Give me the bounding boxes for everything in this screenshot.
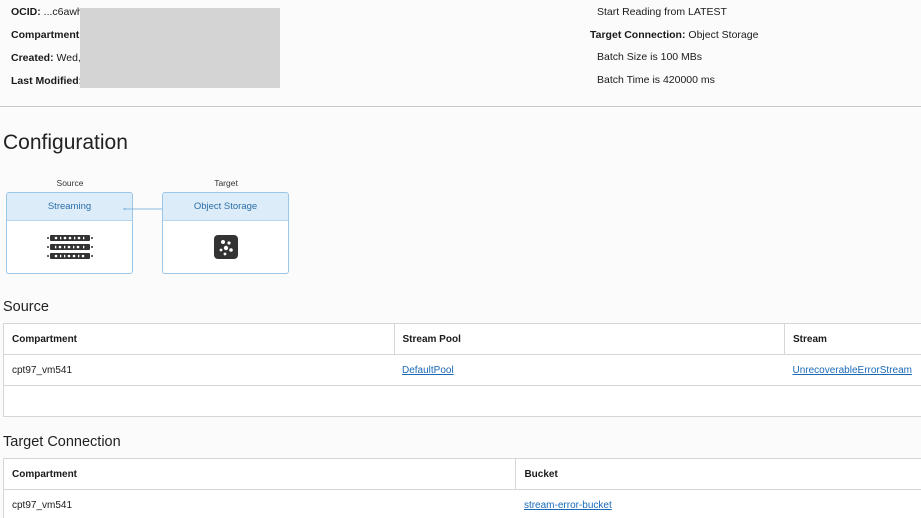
table-header-row: Compartment Bucket — [2, 458, 921, 490]
details-left: OCID: ...c6awh Compartment Created: Wed,… — [11, 6, 83, 98]
object-storage-icon — [213, 235, 238, 259]
compartment-row: Compartment — [11, 29, 83, 52]
ocid-value: ...c6awh — [43, 6, 83, 18]
column-header[interactable]: Compartment — [2, 458, 517, 490]
table-row: cpt97_vm541 stream-error-bucket — [2, 489, 921, 518]
stream-link[interactable]: UnrecoverableErrorStream — [792, 365, 912, 376]
redacted-area — [80, 8, 280, 88]
source-node[interactable]: Streaming — [6, 192, 133, 274]
source-table: Compartment Stream Pool Stream cpt97_vm5… — [3, 323, 921, 417]
compartment-cell: cpt97_vm541 — [3, 354, 394, 386]
source-section-title: Source — [3, 299, 49, 315]
table-row: cpt97_vm541 DefaultPool UnrecoverableErr… — [3, 354, 921, 386]
source-node-label: Source — [56, 178, 84, 188]
target-connection-value: Object Storage — [688, 28, 759, 41]
header-divider — [0, 106, 921, 107]
target-node-title: Object Storage — [163, 193, 288, 221]
last-modified-label: Last Modified: — [11, 75, 83, 87]
streaming-icon — [46, 235, 93, 259]
configuration-title: Configuration — [3, 131, 128, 154]
batch-time-row: Batch Time is 420000 ms — [597, 73, 715, 86]
last-modified-row: Last Modified: — [11, 75, 83, 98]
column-header[interactable]: Compartment — [3, 323, 395, 355]
table-header-row: Compartment Stream Pool Stream — [3, 323, 921, 355]
column-header[interactable]: Bucket — [515, 458, 921, 490]
target-node[interactable]: Object Storage — [162, 192, 289, 274]
source-node-title: Streaming — [7, 193, 132, 221]
batch-size-row: Batch Size is 100 MBs — [597, 51, 703, 63]
ocid-row: OCID: ...c6awh — [11, 6, 83, 29]
target-connection-row: Target Connection: Object Storage — [590, 29, 758, 52]
compartment-label: Compartment — [11, 29, 80, 41]
compartment-cell: cpt97_vm541 — [2, 489, 516, 518]
details-right: Start Reading from LATEST Target Connect… — [590, 6, 758, 96]
bucket-link[interactable]: stream-error-bucket — [524, 500, 612, 511]
start-reading-row: Start Reading from LATEST — [597, 6, 727, 18]
created-row: Created: Wed, — [11, 52, 83, 75]
target-connection-section-title: Target Connection — [3, 434, 121, 450]
ocid-label: OCID: — [11, 6, 41, 18]
column-header[interactable]: Stream Pool — [393, 323, 785, 355]
created-value: Wed, — [56, 52, 81, 64]
target-connection-table: Compartment Bucket cpt97_vm541 stream-er… — [2, 458, 921, 518]
column-header[interactable]: Stream — [783, 323, 921, 355]
table-row-empty — [3, 385, 921, 417]
created-label: Created: — [11, 52, 54, 64]
target-node-label: Target — [214, 178, 238, 188]
stream-pool-link[interactable]: DefaultPool — [402, 365, 454, 376]
target-connection-label: Target Connection: — [590, 28, 686, 41]
